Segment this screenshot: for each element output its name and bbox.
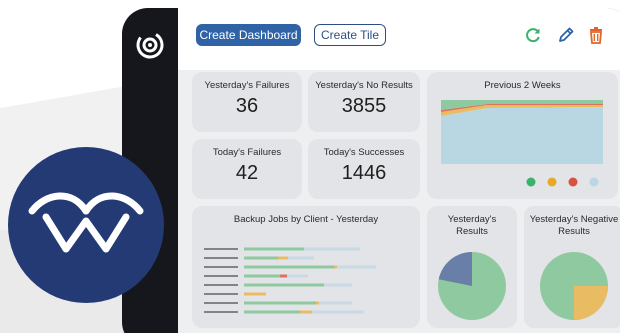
tile-previous-2-weeks[interactable]: Previous 2 Weeks — [427, 72, 618, 199]
bar-row — [204, 301, 352, 305]
tile-value: 36 — [235, 95, 259, 117]
bar-row — [204, 310, 364, 314]
pie-slice-warning — [574, 286, 608, 320]
tile-value: 42 — [235, 162, 259, 184]
bar-row — [204, 256, 314, 260]
bar-row — [204, 265, 376, 269]
create-tile-button[interactable]: Create Tile — [314, 24, 386, 46]
tile-value: 3855 — [341, 95, 387, 117]
legend-dot — [568, 177, 578, 187]
tile-today-successes[interactable]: Today's Successes 1446 — [308, 139, 420, 199]
device-frame: Create Dashboard Create Tile Yesterday's… — [122, 8, 620, 333]
tile-label: Today's Failures — [212, 147, 282, 158]
pie-chart — [540, 252, 608, 320]
pencil-icon[interactable] — [556, 25, 576, 45]
legend-dot — [526, 177, 536, 187]
legend-dot — [547, 177, 557, 187]
tile-label: Yesterday's No Results — [315, 80, 413, 91]
tile-yesterday-negative-results[interactable]: Yesterday's Negative Results — [524, 206, 620, 328]
legend-dot — [589, 177, 599, 187]
brand-badge — [8, 147, 164, 303]
bar-row — [204, 292, 266, 296]
tile-yesterday-failures[interactable]: Yesterday's Failures 36 — [192, 72, 302, 132]
trash-icon[interactable] — [586, 25, 606, 45]
create-dashboard-button[interactable]: Create Dashboard — [196, 24, 301, 46]
tile-label: Today's Successes — [323, 147, 405, 158]
dashboard-screen: Create Dashboard Create Tile Yesterday's… — [178, 8, 620, 333]
pie-chart — [438, 252, 506, 320]
bar-row — [204, 247, 360, 251]
bar-list-chart — [204, 247, 376, 314]
app-logo-icon[interactable] — [135, 30, 165, 60]
tile-yesterday-results[interactable]: Yesterday's Results — [427, 206, 517, 328]
tile-yesterday-no-results[interactable]: Yesterday's No Results 3855 — [308, 72, 420, 132]
tile-label: Yesterday's Failures — [204, 80, 290, 91]
bar-row — [204, 283, 352, 287]
tile-backup-jobs[interactable]: Backup Jobs by Client - Yesterday — [192, 206, 420, 328]
bar-row — [204, 274, 308, 278]
tile-today-failures[interactable]: Today's Failures 42 — [192, 139, 302, 199]
toolbar: Create Dashboard Create Tile — [178, 8, 620, 70]
area-no-result — [441, 107, 603, 164]
area-chart — [441, 100, 603, 187]
stage: Create Dashboard Create Tile Yesterday's… — [0, 0, 620, 333]
tile-value: 1446 — [341, 162, 387, 184]
refresh-icon[interactable] — [523, 25, 543, 45]
